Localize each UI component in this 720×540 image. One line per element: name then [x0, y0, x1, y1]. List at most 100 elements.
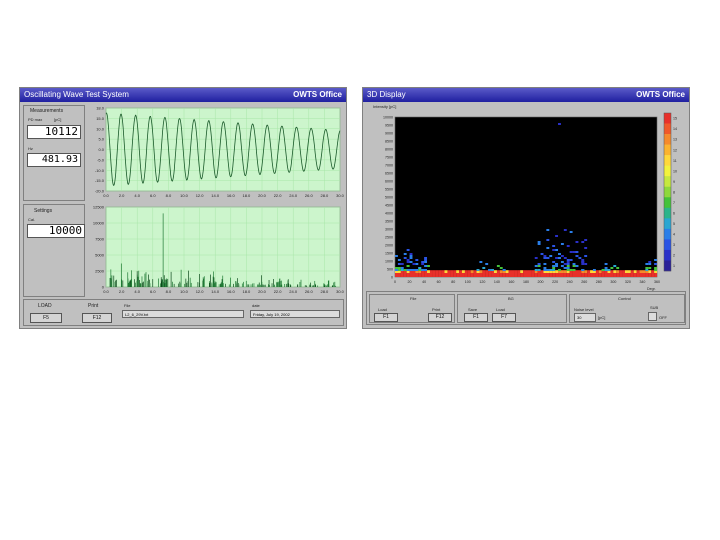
- file-field[interactable]: L2_6_29V.txt: [122, 310, 244, 318]
- heatmap-cell: [627, 270, 631, 273]
- colorbar-tick-label: 4: [673, 233, 675, 237]
- top-x-tick-label: 16.0: [227, 193, 236, 198]
- heatmap-x-tick-label: 360: [654, 280, 660, 284]
- top-x-tick-label: 20.0: [258, 193, 267, 198]
- heatmap-cell: [409, 273, 413, 277]
- cal-display[interactable]: 10000: [27, 224, 85, 238]
- heatmap-y-tick-label: 9000: [385, 132, 393, 136]
- file-print-button[interactable]: F12: [428, 313, 452, 322]
- heatmap-cell: [543, 269, 547, 271]
- heatmap-cell: [447, 273, 451, 277]
- file-load-label: Load: [378, 307, 387, 312]
- bg-save-button[interactable]: F1: [464, 313, 488, 322]
- print-button[interactable]: F12: [82, 313, 112, 323]
- heatmap-cell: [645, 267, 649, 269]
- heatmap-cell: [566, 269, 570, 271]
- heatmap-cell: [479, 261, 483, 263]
- heatmap-cell: [575, 273, 579, 277]
- heatmap-cell: [415, 273, 419, 277]
- colorbar-segment: [664, 113, 671, 124]
- heatmap-cell: [482, 267, 486, 269]
- heatmap-cell: [412, 269, 416, 271]
- settings-panel: Settings Cal. 10000: [23, 204, 85, 297]
- heatmap-cell: [429, 270, 433, 273]
- heatmap-cell: [415, 263, 419, 265]
- bottom-y-tick-label: 10000: [93, 221, 105, 226]
- bg-load-label: Load: [496, 307, 505, 312]
- heatmap-cell: [537, 243, 541, 245]
- heatmap-cell: [406, 249, 410, 251]
- heatmap-cell: [438, 273, 442, 277]
- heatmap-cell: [403, 257, 407, 259]
- colorbar-segment: [664, 228, 671, 240]
- heatmap-cell: [456, 273, 460, 277]
- heatmap-cell: [569, 259, 573, 261]
- heatmap-cell: [406, 273, 410, 277]
- colorbar-tick-label: 10: [673, 169, 677, 173]
- heatmap-cell: [563, 267, 567, 269]
- heatmap-cell: [514, 270, 518, 273]
- heatmap-cell: [590, 270, 594, 273]
- bg-load-button[interactable]: F7: [492, 313, 516, 322]
- pulse-plot-area: [105, 206, 341, 288]
- heatmap-cell: [566, 267, 570, 269]
- heatmap-cell: [528, 270, 532, 273]
- pd-pulse-chart: 125001000075005000250000.0 2.0 4.0 6.0 8.0 10…: [86, 205, 346, 299]
- heatmap-cell: [555, 273, 559, 277]
- heatmap-cell: [499, 267, 503, 269]
- heatmap-x-tick-label: 200: [538, 280, 544, 284]
- heatmap-cell: [563, 270, 567, 273]
- heatmap-cell: [491, 273, 495, 277]
- heatmap-cell: [552, 249, 556, 251]
- heatmap-cell: [505, 270, 509, 273]
- heatmap-cell: [427, 270, 431, 273]
- top-y-tick-label: -5.0: [97, 157, 105, 162]
- heatmap-cell: [493, 273, 497, 277]
- heatmap-cell: [654, 267, 657, 269]
- heatmap-cell: [450, 270, 454, 273]
- heatmap-cell: [473, 270, 477, 273]
- bottom-x-tick-label: 14.0: [211, 289, 220, 294]
- heatmap-cell: [511, 270, 515, 273]
- top-x-tick-label: 18.0: [243, 193, 252, 198]
- heatmap-cell: [496, 273, 500, 277]
- heatmap-cell: [397, 273, 401, 277]
- heatmap-cell: [412, 273, 416, 277]
- heatmap-cell: [409, 261, 413, 263]
- heatmap-cell: [540, 270, 544, 273]
- sub-toggle[interactable]: [648, 312, 657, 321]
- colorbar-tick-label: 5: [673, 222, 675, 226]
- heatmap-cell: [584, 273, 588, 277]
- heatmap-cell: [400, 273, 404, 277]
- heatmap-cell: [424, 259, 428, 261]
- heatmap-cell: [555, 235, 559, 237]
- heatmap-cell: [424, 261, 428, 263]
- load-button[interactable]: F5: [30, 313, 62, 323]
- heatmap-y-tick-label: 0: [391, 276, 393, 280]
- top-x-tick-label: 4.0: [134, 193, 140, 198]
- heatmap-cell: [581, 263, 585, 265]
- heatmap-cell: [604, 263, 608, 265]
- top-y-tick-label: 5.0: [98, 137, 104, 142]
- heatmap-x-tick-label: 100: [465, 280, 471, 284]
- pd-max-label: PD max: [28, 117, 43, 122]
- heatmap-cell: [476, 273, 480, 277]
- heatmap-y-tick-label: 8500: [385, 140, 393, 144]
- heatmap-cell: [520, 270, 524, 273]
- heatmap-cell: [511, 273, 515, 277]
- bottom-x-tick-label: 26.0: [305, 289, 314, 294]
- colorbar-segment: [664, 123, 671, 135]
- noise-level-field[interactable]: 30: [574, 313, 596, 322]
- heatmap-cell: [630, 270, 634, 273]
- heatmap-cell: [485, 263, 489, 265]
- heatmap-cell: [610, 270, 614, 273]
- heatmap-cell: [467, 270, 471, 273]
- heatmap-cell: [508, 273, 512, 277]
- colorbar-tick-label: 1: [673, 264, 675, 268]
- heatmap-cell: [438, 270, 442, 273]
- top-y-tick-label: 10.0: [96, 126, 105, 131]
- heatmap-cell: [590, 273, 594, 277]
- heatmap-cell: [400, 263, 404, 265]
- top-x-tick-label: 2.0: [119, 193, 125, 198]
- file-load-button[interactable]: F1: [374, 313, 398, 322]
